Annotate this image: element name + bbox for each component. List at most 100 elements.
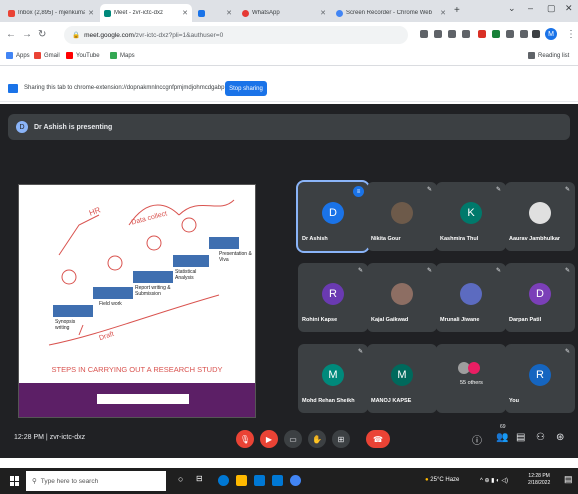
avatar-initial: M bbox=[548, 30, 554, 38]
address-bar[interactable]: 🔒 meet.google.com /zvr-ictc-dxz?pli=1&au… bbox=[64, 26, 408, 44]
tab-gmail[interactable]: Inbox (2,895) - mjenkumar@gn ✕ bbox=[4, 4, 98, 22]
participant-tile[interactable]: ✎ M Mohd Rehan Sheikh bbox=[298, 344, 368, 413]
participant-tile[interactable]: ✎ R Rohini Kapse bbox=[298, 263, 368, 332]
close-icon[interactable]: ✕ bbox=[182, 9, 188, 17]
back-icon[interactable]: ← bbox=[6, 29, 16, 40]
gmail-icon bbox=[34, 52, 41, 59]
reload-icon[interactable]: ↻ bbox=[38, 29, 46, 40]
close-icon[interactable]: ✕ bbox=[440, 9, 446, 17]
close-icon[interactable]: ✕ bbox=[226, 9, 232, 17]
people-icon[interactable]: 👥 bbox=[496, 432, 508, 443]
puzzle-icon[interactable] bbox=[532, 30, 540, 38]
chat-icon[interactable]: ▤ bbox=[516, 432, 525, 443]
avatar-stack bbox=[468, 362, 480, 374]
extension-icon[interactable] bbox=[520, 30, 528, 38]
participant-name: Nikita Gour bbox=[371, 236, 401, 242]
participant-tile[interactable]: ✎ Aaurav Jambhulkar bbox=[505, 182, 575, 251]
clock-date: 2/18/2022 bbox=[528, 480, 551, 486]
cast-icon[interactable] bbox=[420, 30, 428, 38]
tab-whatsapp[interactable]: WhatsApp ✕ bbox=[238, 4, 330, 22]
close-icon[interactable]: ✕ bbox=[88, 9, 94, 17]
mic-toggle-button[interactable]: 🎙 bbox=[236, 430, 254, 448]
participant-tile[interactable]: ✎ Kajal Gaikwad bbox=[367, 263, 437, 332]
minimize-button[interactable]: – bbox=[528, 3, 533, 13]
store-icon[interactable] bbox=[254, 475, 265, 486]
avatar: M bbox=[322, 364, 344, 386]
avatar: D bbox=[529, 283, 551, 305]
chrome-web-store-icon bbox=[336, 9, 343, 17]
close-window-button[interactable]: ✕ bbox=[565, 3, 573, 14]
stop-sharing-label: Stop sharing bbox=[229, 85, 263, 92]
bookmark-label: Maps bbox=[120, 52, 135, 59]
tab-meet[interactable]: Meet - zvr-ictc-dxz ✕ bbox=[100, 4, 192, 22]
activities-icon[interactable]: ⚇ bbox=[536, 432, 545, 443]
extension-icon[interactable] bbox=[492, 30, 500, 38]
star-icon[interactable] bbox=[462, 30, 470, 38]
step-bar bbox=[209, 237, 239, 249]
forward-icon[interactable]: → bbox=[22, 29, 32, 40]
extension-icon[interactable] bbox=[506, 30, 514, 38]
host-controls-icon[interactable]: ⊛ bbox=[556, 432, 564, 443]
step-bar bbox=[133, 271, 173, 283]
leave-call-button[interactable]: ☎ bbox=[366, 430, 390, 448]
screen-share-icon bbox=[8, 84, 18, 93]
participant-tile-others[interactable]: 55 others bbox=[436, 344, 506, 413]
tab-blank[interactable]: ✕ bbox=[194, 4, 236, 22]
maximize-button[interactable]: ▢ bbox=[547, 3, 556, 14]
bookmark-maps[interactable]: Maps bbox=[110, 52, 135, 59]
meeting-code: zvr-ictc-dxz bbox=[49, 434, 86, 441]
tab-screen-recorder[interactable]: Screen Recorder - Chrome Web ✕ bbox=[332, 4, 450, 22]
step-bar bbox=[93, 287, 133, 299]
camera-toggle-button[interactable]: ▶ bbox=[260, 430, 278, 448]
taskbar-search[interactable]: ⚲ Type here to search bbox=[26, 471, 166, 491]
windows-start-icon[interactable] bbox=[10, 476, 20, 486]
participant-tile[interactable]: ✎ Nikita Gour bbox=[367, 182, 437, 251]
bookmark-apps[interactable]: Apps bbox=[6, 52, 30, 59]
system-clock[interactable]: 12:28 PM 2/18/2022 bbox=[528, 473, 550, 487]
menu-icon[interactable]: ⋮ bbox=[566, 29, 576, 40]
captions-button[interactable]: ▭ bbox=[284, 430, 302, 448]
participant-tile[interactable]: M MANOJ KAPSE bbox=[367, 344, 437, 413]
mail-icon[interactable] bbox=[272, 475, 283, 486]
presentation-slide: HR Data collect Draft Synopsis writing F… bbox=[18, 184, 256, 418]
stop-sharing-button[interactable]: Stop sharing bbox=[225, 81, 267, 96]
bookmark-gmail[interactable]: Gmail bbox=[34, 52, 60, 59]
participant-tile[interactable]: ✎ Mrunali Jiwane bbox=[436, 263, 506, 332]
bookmark-youtube[interactable]: YouTube bbox=[66, 52, 100, 59]
screen: Inbox (2,895) - mjenkumar@gn ✕ Meet - zv… bbox=[0, 0, 578, 494]
avatar-initial: K bbox=[467, 207, 475, 219]
clock-time: 12:28 PM bbox=[528, 473, 550, 479]
extension-icon[interactable] bbox=[478, 30, 486, 38]
weather-widget[interactable]: ● 25°C Haze bbox=[425, 477, 459, 483]
extension-icon[interactable] bbox=[434, 30, 442, 38]
present-now-button[interactable]: ⊞ bbox=[332, 430, 350, 448]
close-icon[interactable]: ✕ bbox=[320, 9, 326, 17]
toolbar: ← → ↻ 🔒 meet.google.com /zvr-ictc-dxz?pl… bbox=[0, 22, 578, 48]
participant-tile[interactable]: ≡ D Dr Ashish bbox=[296, 180, 370, 253]
step-label: Statistical Analysis bbox=[175, 269, 197, 281]
avatar[interactable]: M bbox=[545, 28, 557, 40]
share-icon[interactable] bbox=[448, 30, 456, 38]
new-tab-button[interactable]: + bbox=[454, 5, 460, 16]
file-explorer-icon[interactable] bbox=[236, 475, 247, 486]
avatar-initial: R bbox=[329, 288, 337, 300]
youtube-icon bbox=[66, 52, 73, 59]
tab-search-icon[interactable]: ⌄ bbox=[508, 3, 516, 14]
edge-icon[interactable] bbox=[218, 475, 229, 486]
mic-off-icon: ✎ bbox=[495, 268, 501, 274]
participant-name: Darpan Patil bbox=[509, 317, 542, 323]
task-view-icon[interactable]: ⊟ bbox=[196, 474, 203, 483]
whatsapp-icon bbox=[242, 9, 249, 17]
info-icon[interactable]: ⓘ bbox=[472, 432, 482, 447]
notifications-icon[interactable]: ▤ bbox=[564, 474, 573, 485]
avatar: R bbox=[322, 283, 344, 305]
avatar-photo bbox=[391, 283, 413, 305]
cortana-icon[interactable]: ○ bbox=[178, 474, 183, 484]
participant-tile[interactable]: ✎ K Kashmira Thul bbox=[436, 182, 506, 251]
participant-tile-self[interactable]: ✎ R You bbox=[505, 344, 575, 413]
tray-icons[interactable]: ^ ⊕ ▮ ◐ ◁) bbox=[480, 477, 508, 484]
participant-tile[interactable]: ✎ D Darpan Patil bbox=[505, 263, 575, 332]
raise-hand-button[interactable]: ✋ bbox=[308, 430, 326, 448]
reading-list-button[interactable]: Reading list bbox=[528, 52, 569, 59]
chrome-icon[interactable] bbox=[290, 475, 301, 486]
